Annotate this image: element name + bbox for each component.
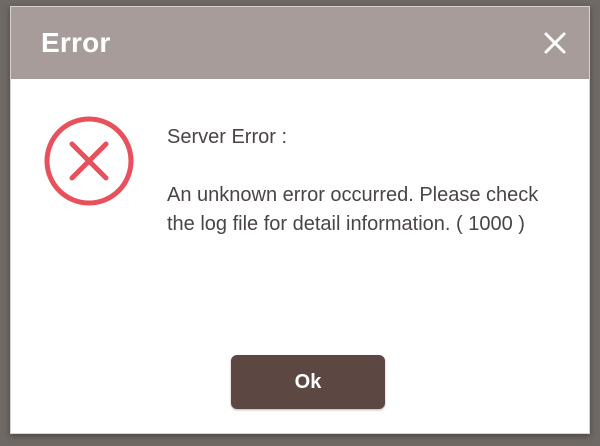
error-dialog: Error Server Error : An unknown error oc… <box>10 6 590 434</box>
error-message: Server Error : An unknown error occurred… <box>167 123 567 239</box>
ok-button[interactable]: Ok <box>231 355 385 409</box>
message-heading: Server Error : <box>167 126 288 148</box>
close-icon <box>544 32 566 54</box>
message-body: An unknown error occurred. Please check … <box>167 184 539 235</box>
dialog-title: Error <box>41 27 111 58</box>
dialog-titlebar: Error <box>11 7 589 79</box>
close-button[interactable] <box>541 29 569 57</box>
error-circle-x-icon <box>43 115 135 207</box>
